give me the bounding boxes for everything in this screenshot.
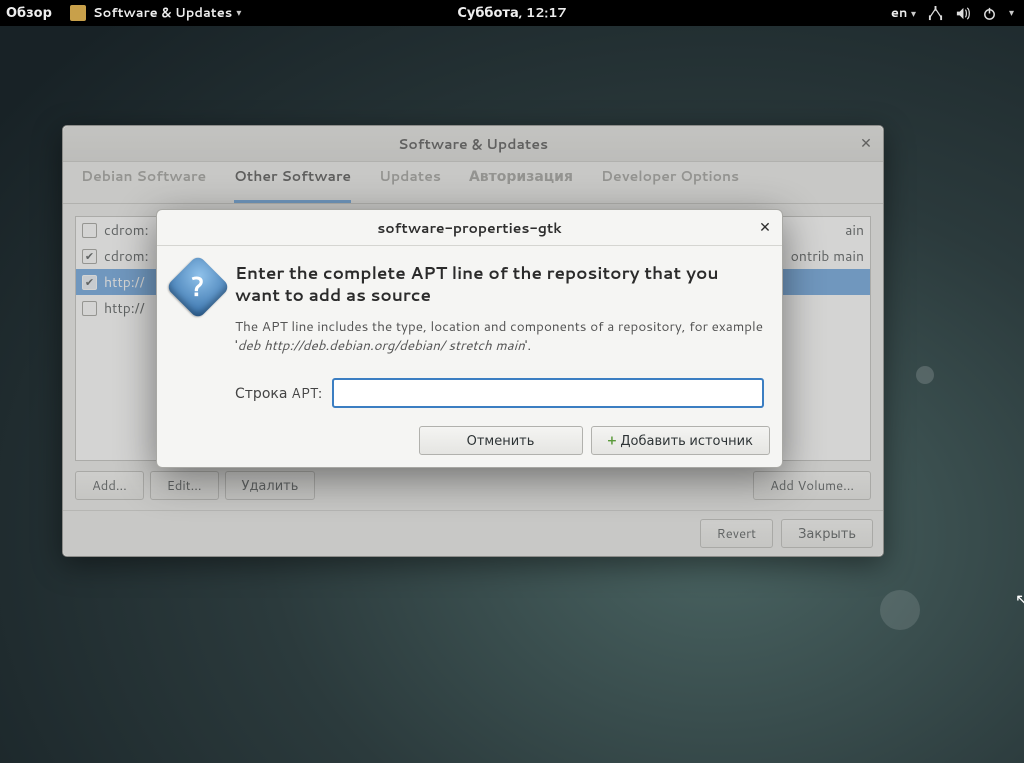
source-label: cdrom:: [104, 246, 148, 266]
source-label: cdrom:: [104, 220, 148, 240]
checkbox[interactable]: [82, 249, 97, 264]
checkbox[interactable]: [82, 275, 97, 290]
question-icon: ?: [165, 254, 230, 319]
tab-updates[interactable]: Updates: [379, 162, 441, 203]
dialog-close-button[interactable]: ✕: [752, 214, 778, 240]
checkbox[interactable]: [82, 301, 97, 316]
tab-other-software[interactable]: Other Software: [234, 162, 351, 203]
apt-line-input[interactable]: [332, 378, 764, 408]
edit-button[interactable]: Edit...: [150, 471, 219, 500]
chevron-down-icon: ▾: [1009, 6, 1014, 20]
clock[interactable]: Суббота, 12:17: [457, 4, 566, 22]
app-menu[interactable]: Software & Updates: [93, 4, 232, 22]
window-close-button[interactable]: ✕: [853, 130, 879, 156]
app-icon: [70, 5, 86, 21]
add-button[interactable]: Add...: [75, 471, 144, 500]
mouse-cursor: ↖: [1015, 588, 1024, 611]
apt-line-label: Строка APT:: [235, 383, 322, 403]
source-tail: ain: [845, 220, 864, 240]
dialog-heading: Enter the complete APT line of the repos…: [235, 262, 764, 306]
dialog-title: software-properties-gtk: [377, 218, 562, 238]
add-source-button[interactable]: + Добавить источник: [591, 426, 771, 455]
power-icon[interactable]: [982, 6, 997, 21]
window-titlebar: Software & Updates ✕: [63, 126, 883, 162]
revert-button[interactable]: Revert: [700, 519, 773, 548]
activities-button[interactable]: Обзор: [6, 4, 52, 22]
source-tail: ontrib main: [791, 246, 864, 266]
close-button[interactable]: Закрыть: [781, 519, 873, 548]
dialog-titlebar: software-properties-gtk ✕: [157, 210, 782, 246]
source-label: http://: [104, 272, 145, 292]
keyboard-layout-indicator[interactable]: en ▾: [891, 4, 916, 22]
tab-developer-options[interactable]: Developer Options: [601, 162, 739, 203]
plus-icon: +: [608, 432, 617, 450]
cancel-button[interactable]: Отменить: [419, 426, 583, 455]
remove-button[interactable]: Удалить: [225, 471, 316, 500]
dialog-description: The APT line includes the type, location…: [235, 318, 764, 356]
network-icon[interactable]: [928, 6, 943, 21]
tab-debian-software[interactable]: Debian Software: [81, 162, 206, 203]
tab-authentication[interactable]: Авторизация: [469, 162, 573, 203]
add-source-dialog: software-properties-gtk ✕ ? Enter the co…: [156, 209, 783, 468]
top-panel: Обзор Software & Updates ▾ Суббота, 12:1…: [0, 0, 1024, 26]
tab-bar: Debian Software Other Software Updates А…: [63, 162, 883, 204]
checkbox[interactable]: [82, 223, 97, 238]
volume-icon[interactable]: [955, 6, 970, 21]
source-label: http://: [104, 298, 145, 318]
add-volume-button[interactable]: Add Volume...: [753, 471, 871, 500]
chevron-down-icon: ▾: [236, 6, 241, 20]
window-title: Software & Updates: [398, 134, 548, 154]
